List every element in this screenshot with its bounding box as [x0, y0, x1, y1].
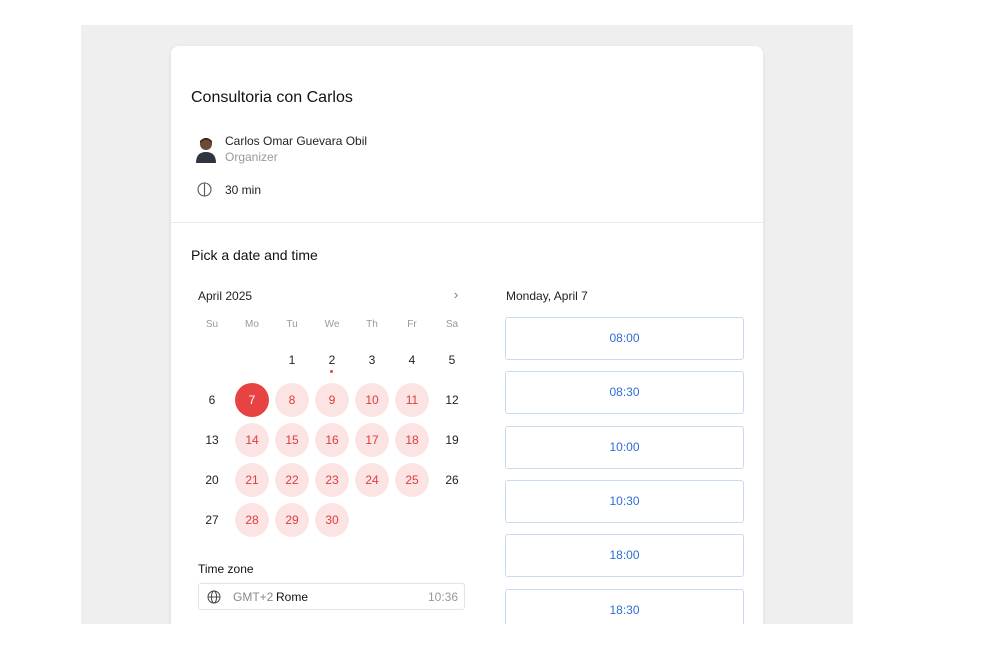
- calendar-day: 19: [435, 423, 469, 457]
- calendar-day: 13: [195, 423, 229, 457]
- time-slot-button[interactable]: 08:00: [505, 317, 744, 360]
- organizer-name: Carlos Omar Guevara Obil: [225, 134, 368, 148]
- calendar-day-label: 30: [325, 513, 339, 527]
- calendar-day-label: 14: [245, 433, 259, 447]
- calendar-day-label: 22: [285, 473, 299, 487]
- timezone-current-time: 10:36: [427, 590, 458, 604]
- today-indicator: [330, 370, 333, 373]
- calendar-day: 27: [195, 503, 229, 537]
- organizer-role: Organizer: [225, 150, 278, 164]
- timezone-select[interactable]: GMT+2 Rome 10:36: [198, 583, 465, 610]
- booking-card: Consultoria con Carlos Carlos Omar Gueva…: [171, 46, 763, 624]
- calendar-day-label: 5: [448, 353, 456, 367]
- calendar-day[interactable]: 18: [395, 423, 429, 457]
- calendar-day[interactable]: 21: [235, 463, 269, 497]
- calendar-day-label: 7: [248, 393, 256, 407]
- month-label: April 2025: [198, 289, 253, 303]
- calendar-day-label: 24: [365, 473, 379, 487]
- calendar-day: 26: [435, 463, 469, 497]
- calendar-day[interactable]: 24: [355, 463, 389, 497]
- calendar-day[interactable]: 16: [315, 423, 349, 457]
- calendar-day-label: 17: [365, 433, 379, 447]
- calendar-day-label: 23: [325, 473, 339, 487]
- calendar-day[interactable]: 8: [275, 383, 309, 417]
- calendar-day[interactable]: 15: [275, 423, 309, 457]
- calendar-day-label: 2: [328, 353, 336, 367]
- calendar-day-label: 26: [445, 473, 459, 487]
- calendar-day: 20: [195, 463, 229, 497]
- calendar-day-label: 27: [205, 513, 219, 527]
- time-slot-button[interactable]: 10:00: [505, 425, 744, 469]
- calendar-day-label: 1: [288, 353, 296, 367]
- calendar-day[interactable]: 10: [355, 383, 389, 417]
- calendar-day-label: 16: [325, 433, 339, 447]
- calendar-day: 3: [355, 343, 389, 377]
- calendar-day-label: 18: [405, 433, 419, 447]
- calendar-day-label: 13: [205, 433, 219, 447]
- organizer-avatar: [196, 138, 216, 163]
- time-slot-button[interactable]: 08:30: [505, 371, 744, 415]
- weekday-header: Su Mo Tu We Th Fr Sa: [192, 319, 472, 333]
- calendar-day-label: 19: [445, 433, 459, 447]
- weekday-label: Sa: [445, 319, 459, 330]
- weekday-label: Su: [205, 319, 219, 330]
- weekday-label: Fr: [407, 319, 417, 330]
- calendar-day[interactable]: 17: [355, 423, 389, 457]
- time-slot-button[interactable]: 18:00: [505, 534, 744, 578]
- globe-icon: [207, 590, 221, 604]
- time-slot-button[interactable]: 18:30: [505, 588, 744, 624]
- calendar-day: 5: [435, 343, 469, 377]
- chevron-right-icon: ›: [453, 287, 459, 302]
- calendar-day[interactable]: 23: [315, 463, 349, 497]
- timezone-offset: GMT+2: [233, 590, 274, 604]
- event-title: Consultoria con Carlos: [191, 89, 353, 106]
- calendar-day-label: 4: [408, 353, 416, 367]
- section-divider: [171, 222, 763, 223]
- duration-icon: [197, 182, 212, 197]
- calendar-day: 4: [395, 343, 429, 377]
- weekday-label: Th: [366, 319, 378, 330]
- weekday-label: Mo: [245, 319, 259, 330]
- calendar-day-label: 3: [368, 353, 376, 367]
- calendar-day-label: 25: [405, 473, 419, 487]
- event-duration: 30 min: [225, 183, 262, 197]
- calendar-day[interactable]: 28: [235, 503, 269, 537]
- calendar-day: 6: [195, 383, 229, 417]
- calendar-day-label: 10: [365, 393, 379, 407]
- calendar-day[interactable]: 30: [315, 503, 349, 537]
- calendar-day-selected[interactable]: 7: [235, 383, 269, 417]
- calendar-day[interactable]: 22: [275, 463, 309, 497]
- calendar-day-label: 12: [445, 393, 459, 407]
- calendar-day[interactable]: 29: [275, 503, 309, 537]
- calendar-day[interactable]: 11: [395, 383, 429, 417]
- calendar-day-label: 9: [328, 393, 336, 407]
- calendar-day: 12: [435, 383, 469, 417]
- calendar-day-label: 21: [245, 473, 259, 487]
- calendar-day[interactable]: 9: [315, 383, 349, 417]
- calendar-day-label: 15: [285, 433, 299, 447]
- calendar-day: 1: [275, 343, 309, 377]
- page-background: Consultoria con Carlos Carlos Omar Gueva…: [81, 25, 853, 624]
- weekday-label: Tu: [286, 319, 298, 330]
- calendar-day-label: 6: [208, 393, 216, 407]
- calendar-day[interactable]: 25: [395, 463, 429, 497]
- calendar-day: 2: [315, 343, 349, 377]
- calendar-day-label: 28: [245, 513, 259, 527]
- slots-date-label: Monday, April 7: [506, 289, 588, 303]
- weekday-label: We: [324, 319, 340, 330]
- calendar-day-label: 29: [285, 513, 299, 527]
- calendar-day-label: 20: [205, 473, 219, 487]
- next-month-button[interactable]: ›: [448, 286, 464, 304]
- calendar-day-label: 11: [405, 393, 419, 407]
- calendar-day[interactable]: 14: [235, 423, 269, 457]
- calendar-day-label: 8: [288, 393, 296, 407]
- timezone-city: Rome: [276, 590, 309, 604]
- time-slot-button[interactable]: 10:30: [505, 479, 744, 523]
- timezone-label: Time zone: [198, 562, 254, 576]
- picker-title: Pick a date and time: [191, 247, 318, 263]
